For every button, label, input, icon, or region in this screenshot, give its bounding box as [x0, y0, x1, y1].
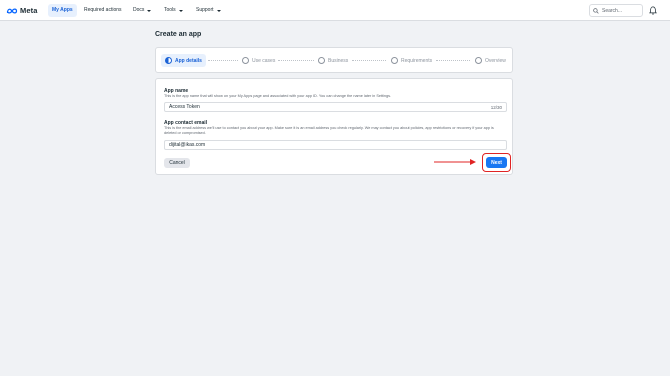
- nav-support-label: Support: [196, 7, 214, 13]
- nav-required-actions-label: Required actions: [84, 7, 122, 13]
- meta-logo[interactable]: Meta: [6, 5, 38, 16]
- nav-required-actions[interactable]: Required actions: [80, 4, 126, 17]
- app-contact-email-field[interactable]: [164, 140, 507, 150]
- empty-circle-icon: [318, 57, 325, 64]
- step-business-label: Business: [328, 57, 349, 64]
- search-icon: [593, 7, 599, 14]
- search-box[interactable]: [589, 4, 643, 17]
- step-use-cases: Use cases: [238, 54, 279, 67]
- brand-name: Meta: [20, 6, 38, 15]
- step-app-details-label: App details: [175, 57, 202, 64]
- app-contact-email-help-text: This is the email address we'll use to c…: [164, 126, 494, 135]
- search-input[interactable]: [602, 7, 642, 14]
- email-input[interactable]: [169, 142, 502, 148]
- nav-tools-label: Tools: [164, 7, 176, 13]
- empty-circle-icon: [242, 57, 249, 64]
- step-overview: Overview: [471, 54, 510, 67]
- step-requirements: Requirements: [387, 54, 436, 67]
- app-name-field[interactable]: 12/30: [164, 102, 507, 112]
- nav-my-apps-label: My Apps: [52, 7, 73, 13]
- app-name-help-text: This is the app name that will show on y…: [164, 94, 392, 98]
- step-app-details[interactable]: App details: [161, 54, 206, 67]
- chevron-down-icon: [147, 9, 152, 12]
- character-counter: 12/30: [490, 104, 502, 110]
- next-button[interactable]: Next: [486, 157, 507, 168]
- chevron-down-icon: [216, 9, 221, 12]
- top-navigation-bar: Meta My Apps Required actions Docs Tools…: [0, 0, 670, 21]
- nav-my-apps[interactable]: My Apps: [48, 4, 77, 17]
- step-requirements-label: Requirements: [401, 57, 433, 64]
- half-filled-circle-icon: [165, 57, 172, 64]
- nav-docs[interactable]: Docs: [129, 4, 155, 17]
- cancel-button[interactable]: Cancel: [164, 158, 190, 168]
- step-connector: [436, 60, 470, 61]
- app-name-input[interactable]: [169, 104, 491, 110]
- meta-infinity-icon: [6, 8, 18, 13]
- empty-circle-icon: [475, 57, 482, 64]
- step-overview-label: Overview: [485, 57, 506, 64]
- chevron-down-icon: [178, 9, 183, 12]
- page-title: Create an app: [155, 31, 202, 38]
- nav-docs-label: Docs: [133, 7, 145, 13]
- step-connector: [352, 60, 386, 61]
- step-use-cases-label: Use cases: [252, 57, 276, 64]
- red-arrow-annotation-icon: [434, 159, 476, 165]
- nav-tools[interactable]: Tools: [160, 4, 187, 17]
- step-connector: [208, 60, 238, 61]
- progress-stepper: App details Use cases Business Requireme…: [155, 47, 513, 73]
- notifications-bell-icon[interactable]: [649, 6, 657, 15]
- nav-support[interactable]: Support: [192, 4, 225, 17]
- step-connector: [278, 60, 314, 61]
- step-business: Business: [314, 54, 352, 67]
- empty-circle-icon: [391, 57, 398, 64]
